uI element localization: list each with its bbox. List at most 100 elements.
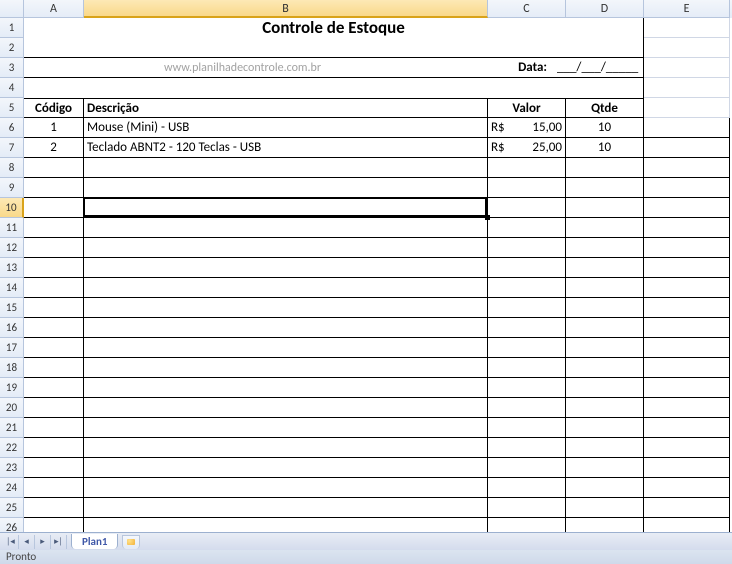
cell[interactable] <box>644 358 730 378</box>
title-span-row2[interactable] <box>24 38 644 58</box>
cell-descricao[interactable] <box>84 258 488 278</box>
row-header-3[interactable]: 3 <box>0 58 24 78</box>
cell[interactable] <box>644 278 730 298</box>
cell[interactable] <box>644 258 730 278</box>
select-all-corner[interactable] <box>0 0 24 18</box>
cell[interactable] <box>644 518 730 532</box>
cell-descricao[interactable] <box>84 398 488 418</box>
cell-qtde[interactable] <box>566 498 644 518</box>
cell[interactable] <box>644 438 730 458</box>
cell-descricao[interactable] <box>84 158 488 178</box>
cell-qtde[interactable] <box>566 398 644 418</box>
cell-valor[interactable] <box>488 178 566 198</box>
cell-codigo[interactable] <box>24 278 84 298</box>
cell-valor[interactable] <box>488 478 566 498</box>
sheet-tab-plan1[interactable]: Plan1 <box>71 534 118 549</box>
cell-qtde[interactable] <box>566 278 644 298</box>
cell[interactable] <box>644 98 730 118</box>
cell-codigo[interactable] <box>24 318 84 338</box>
website-cell[interactable]: www.planilhadecontrole.com.br <box>24 58 488 78</box>
cell[interactable] <box>644 198 730 218</box>
cell-descricao[interactable] <box>84 318 488 338</box>
cell[interactable] <box>644 158 730 178</box>
cell-valor[interactable] <box>488 498 566 518</box>
date-cell[interactable]: Data:___/___/_____ <box>488 58 644 78</box>
row-header-11[interactable]: 11 <box>0 218 24 238</box>
cell[interactable] <box>644 298 730 318</box>
cell-qtde[interactable] <box>566 478 644 498</box>
cell-codigo[interactable] <box>24 458 84 478</box>
cell[interactable] <box>644 338 730 358</box>
row-header-19[interactable]: 19 <box>0 378 24 398</box>
cell-valor[interactable] <box>488 418 566 438</box>
cell[interactable] <box>644 398 730 418</box>
cell-valor[interactable] <box>488 278 566 298</box>
cell-descricao[interactable] <box>84 338 488 358</box>
cell-codigo[interactable] <box>24 478 84 498</box>
row-header-2[interactable]: 2 <box>0 38 24 58</box>
cell-codigo[interactable] <box>24 358 84 378</box>
cell-qtde[interactable] <box>566 458 644 478</box>
spreadsheet-grid[interactable]: A B C D E 1Controle de Estoque23www.plan… <box>0 0 732 532</box>
row-header-24[interactable]: 24 <box>0 478 24 498</box>
cell-qtde[interactable] <box>566 158 644 178</box>
cell-codigo[interactable] <box>24 198 84 218</box>
cell-descricao[interactable] <box>84 378 488 398</box>
cell-valor[interactable] <box>488 158 566 178</box>
cell-valor[interactable] <box>488 298 566 318</box>
row-header-25[interactable]: 25 <box>0 498 24 518</box>
cell-codigo[interactable] <box>24 518 84 532</box>
cell-descricao[interactable] <box>84 478 488 498</box>
cell-descricao[interactable] <box>84 498 488 518</box>
cell-codigo[interactable] <box>24 418 84 438</box>
row-header-9[interactable]: 9 <box>0 178 24 198</box>
cell[interactable] <box>644 38 730 58</box>
cell[interactable] <box>644 58 730 78</box>
row-header-1[interactable]: 1 <box>0 18 24 38</box>
cell-qtde[interactable] <box>566 238 644 258</box>
cell[interactable] <box>644 378 730 398</box>
row-header-22[interactable]: 22 <box>0 438 24 458</box>
cell-codigo[interactable]: 2 <box>24 138 84 158</box>
cell[interactable] <box>644 238 730 258</box>
cell[interactable] <box>644 318 730 338</box>
tab-nav-prev[interactable]: ◂ <box>19 535 35 549</box>
cell-qtde[interactable] <box>566 438 644 458</box>
cell-qtde[interactable] <box>566 338 644 358</box>
row-header-17[interactable]: 17 <box>0 338 24 358</box>
cell-codigo[interactable] <box>24 398 84 418</box>
cell-valor[interactable]: R$25,00 <box>488 138 566 158</box>
cell-valor[interactable] <box>488 398 566 418</box>
cell-codigo[interactable] <box>24 498 84 518</box>
cell[interactable] <box>644 18 730 38</box>
tab-nav-last[interactable]: ▸| <box>51 535 67 549</box>
cell-valor[interactable] <box>488 518 566 532</box>
cell-descricao[interactable] <box>84 298 488 318</box>
cell-codigo[interactable] <box>24 338 84 358</box>
cell-valor[interactable] <box>488 438 566 458</box>
cell-valor[interactable] <box>488 338 566 358</box>
cell[interactable] <box>644 218 730 238</box>
cell-qtde[interactable]: 10 <box>566 138 644 158</box>
col-header-B[interactable]: B <box>84 0 488 18</box>
cell[interactable] <box>644 418 730 438</box>
cell-valor[interactable] <box>488 258 566 278</box>
cell-qtde[interactable]: 10 <box>566 118 644 138</box>
row-header-26[interactable]: 26 <box>0 518 24 532</box>
cell-qtde[interactable] <box>566 318 644 338</box>
cell-qtde[interactable] <box>566 218 644 238</box>
cell-codigo[interactable] <box>24 158 84 178</box>
cell-valor[interactable] <box>488 238 566 258</box>
cell[interactable] <box>644 478 730 498</box>
cell-valor[interactable] <box>488 198 566 218</box>
row-header-8[interactable]: 8 <box>0 158 24 178</box>
tab-nav-first[interactable]: |◂ <box>3 535 19 549</box>
row-header-21[interactable]: 21 <box>0 418 24 438</box>
cell-qtde[interactable] <box>566 298 644 318</box>
cell-valor[interactable] <box>488 458 566 478</box>
cell-codigo[interactable] <box>24 178 84 198</box>
cell-descricao[interactable] <box>84 418 488 438</box>
cell-codigo[interactable] <box>24 258 84 278</box>
cell[interactable] <box>644 138 730 158</box>
row-header-10[interactable]: 10 <box>0 198 24 218</box>
